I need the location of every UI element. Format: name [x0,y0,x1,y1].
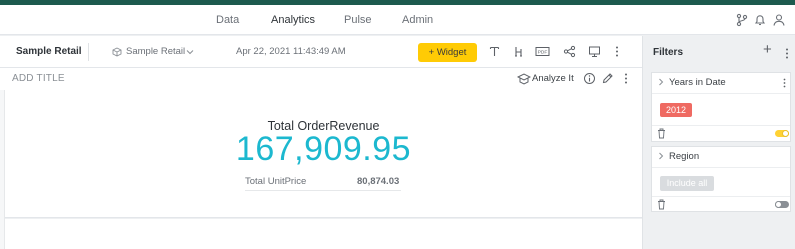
bell-icon[interactable] [753,13,767,27]
dashboard-title: Sample Retail [16,46,82,57]
present-icon[interactable] [588,45,601,58]
secondary-metric-label: Total UnitPrice [245,176,307,187]
more-icon[interactable] [613,45,621,58]
widget-header: ADD TITLE Analyze It [0,68,642,90]
chevron-right-icon[interactable] [658,152,664,160]
toggle-knob [775,201,782,208]
filters-title: Filters [653,47,684,58]
dashboard-empty-area [5,219,642,249]
toggle-knob [782,130,789,137]
filters-more-icon[interactable] [784,48,790,59]
add-widget-button[interactable]: + Widget [418,43,477,62]
dashboard-toolbar: Sample Retail Sample Retail Apr 22, 2021… [0,36,642,68]
filter-footer [652,125,790,141]
filter-icon[interactable] [512,45,525,58]
secondary-divider [245,190,401,191]
filter-card-years[interactable]: Years in Date 2012 [651,72,791,142]
filter-body: 2012 [652,93,790,125]
chevron-down-icon[interactable] [186,49,194,55]
svg-text:PDF: PDF [538,50,548,56]
git-branch-icon[interactable] [735,13,749,27]
add-filter-button[interactable]: + [763,41,772,58]
analyze-it-button[interactable]: Analyze It [532,73,574,84]
filter-name: Years in Date [669,77,726,88]
filter-name: Region [669,151,700,162]
edit-pencil-icon[interactable] [601,72,614,85]
filter-value-chip[interactable]: Include all [660,176,714,191]
filters-panel: Filters + Years in Date 2012 Region Incl… [642,36,795,249]
kpi-widget[interactable]: Total OrderRevenue 167,909.95 Total Unit… [5,90,642,218]
tab-pulse[interactable]: Pulse [344,14,372,26]
top-nav: Data Analytics Pulse Admin [0,5,795,38]
filter-enabled-toggle[interactable] [775,201,789,208]
chevron-right-icon[interactable] [658,78,664,86]
plus-icon: + [428,47,435,58]
kpi-value: 167,909.95 [235,130,412,168]
text-icon[interactable] [488,45,501,58]
toolbar-divider [88,43,89,61]
filter-enabled-toggle[interactable] [775,130,789,137]
tab-analytics[interactable]: Analytics [260,14,326,38]
add-widget-label: Widget [436,47,467,58]
tab-data[interactable]: Data [216,14,239,26]
datasource-selector[interactable]: Sample Retail [126,46,185,57]
filter-header[interactable]: Years in Date [652,73,790,93]
share-icon[interactable] [563,45,576,58]
trash-icon[interactable] [657,199,666,210]
cube-icon [112,47,122,57]
last-updated-timestamp: Apr 22, 2021 11:43:49 AM [236,46,346,57]
user-icon[interactable] [772,13,786,27]
pdf-icon[interactable]: PDF [535,45,550,58]
filter-footer [652,196,790,212]
filter-value-chip[interactable]: 2012 [660,103,692,117]
tab-admin[interactable]: Admin [402,14,433,26]
filter-card-region[interactable]: Region Include all [651,146,791,212]
add-title-field[interactable]: ADD TITLE [12,73,65,84]
filter-more-icon[interactable] [782,78,787,88]
trash-icon[interactable] [657,128,666,139]
analyze-icon[interactable] [517,73,531,85]
filter-body: Include all [652,167,790,197]
info-icon[interactable] [583,72,596,85]
filter-header[interactable]: Region [652,147,790,167]
widget-more-icon[interactable] [622,72,630,85]
secondary-metric-value: 80,874.03 [357,176,400,187]
